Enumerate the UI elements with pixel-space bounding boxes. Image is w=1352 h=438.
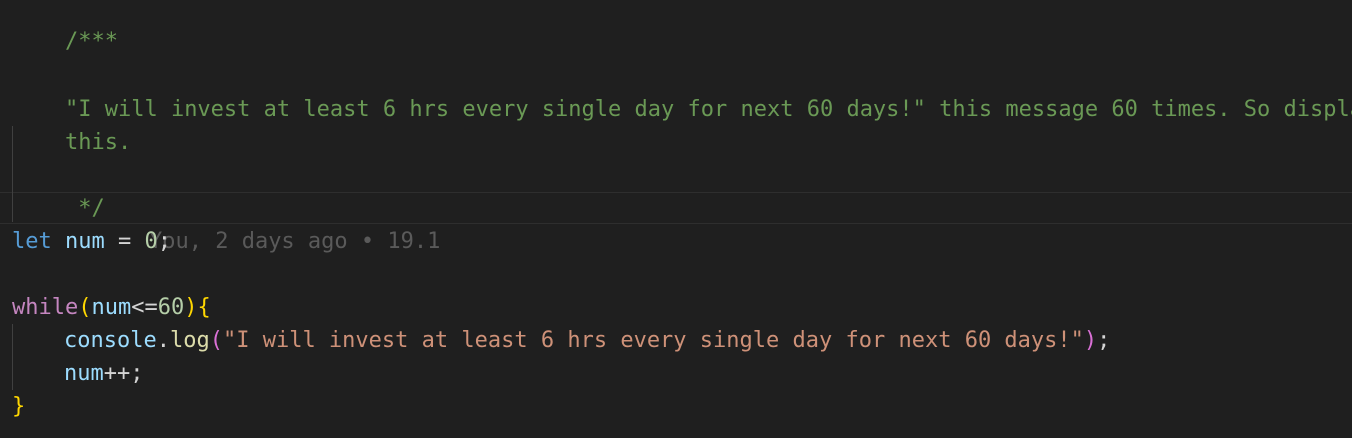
- comment-close-line: */: [12, 159, 105, 221]
- comment-text: this.: [64, 130, 132, 155]
- paren-close: ): [184, 295, 198, 320]
- paren-open: (: [78, 295, 92, 320]
- brace-open: {: [197, 295, 211, 320]
- comment-text: "I will invest at least 6 hrs every sing…: [64, 97, 1352, 122]
- blame-text: You, 2 days ago • 19.1: [148, 229, 441, 254]
- number-literal: 0: [144, 229, 158, 254]
- paren-close: ): [1083, 328, 1098, 353]
- operator-increment: ++;: [103, 361, 144, 386]
- code-line-increment: num++;: [64, 357, 144, 390]
- operator-assign: =: [104, 229, 145, 254]
- comment-open-line: /***: [12, 0, 118, 54]
- keyword-let: let: [12, 229, 52, 254]
- keyword-while: while: [12, 295, 79, 320]
- indent-guide: [12, 324, 13, 390]
- semicolon: ;: [157, 229, 171, 254]
- code-line-while: while(num<=60){: [12, 291, 211, 324]
- comment-open: /***: [64, 29, 118, 54]
- git-blame-annotation[interactable]: You, 2 days ago • 19.1: [96, 192, 440, 254]
- object-console: console: [64, 328, 157, 353]
- code-line-close-brace: }: [12, 390, 25, 423]
- variable-num: num: [64, 361, 104, 386]
- operator-lte: <=: [131, 295, 158, 320]
- code-line-console-log: console.log("I will invest at least 6 hr…: [64, 324, 1110, 357]
- comment-text-line-1: "I will invest at least 6 hrs every sing…: [12, 60, 1352, 122]
- semicolon: ;: [1097, 328, 1111, 353]
- paren-open: (: [209, 328, 223, 353]
- function-log: log: [169, 328, 210, 353]
- variable-num: num: [65, 229, 105, 254]
- comment-text-line-2: this.: [12, 93, 131, 155]
- code-line-let: let num = 0;: [12, 225, 171, 258]
- number-literal: 60: [157, 295, 185, 320]
- code-editor[interactable]: /*** "I will invest at least 6 hrs every…: [0, 0, 1352, 438]
- dot: .: [156, 328, 170, 353]
- string-literal: "I will invest at least 6 hrs every sing…: [222, 328, 1084, 353]
- variable-num: num: [91, 295, 132, 320]
- brace-close: }: [12, 394, 26, 419]
